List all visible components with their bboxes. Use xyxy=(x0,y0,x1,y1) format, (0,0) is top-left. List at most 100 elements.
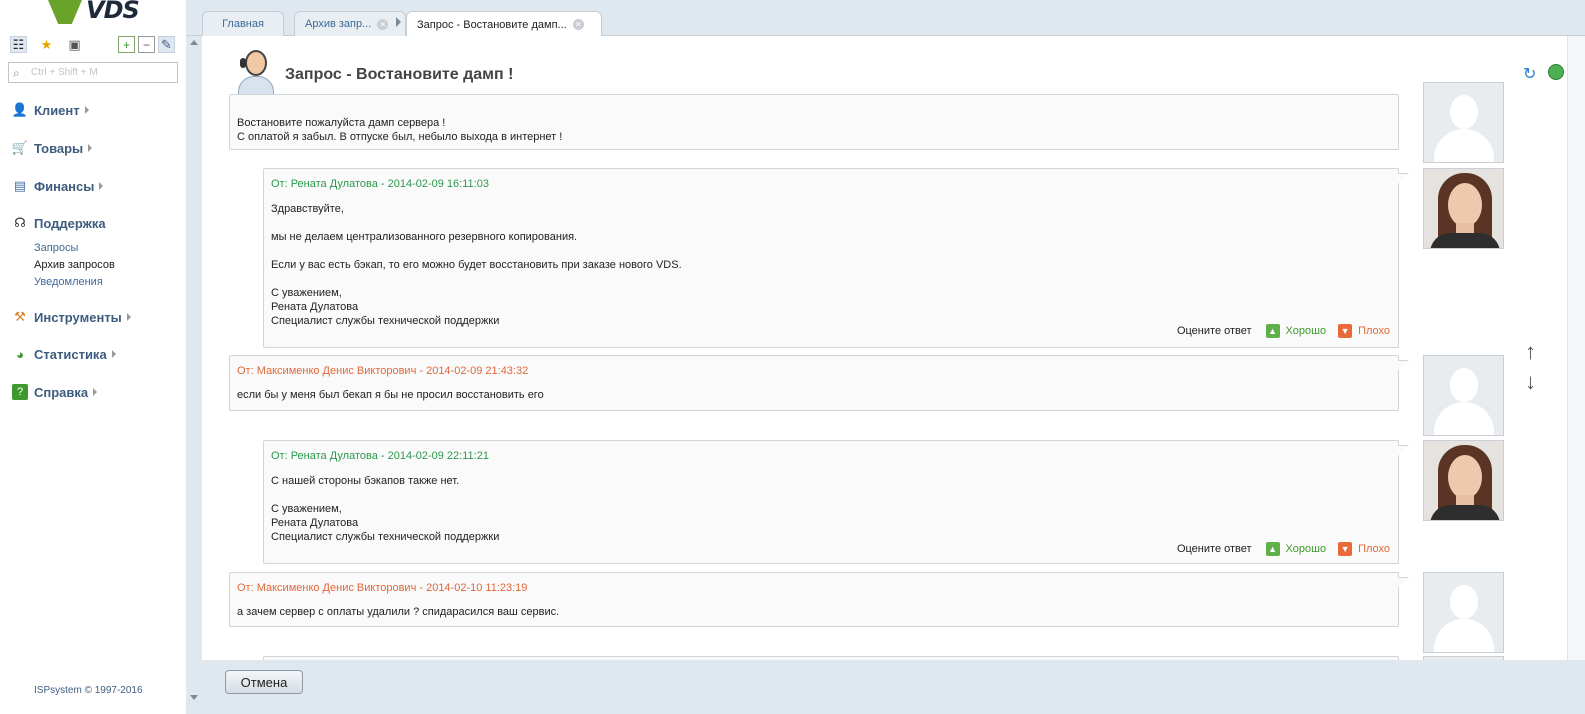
logo-mark-icon xyxy=(48,0,82,24)
tab-label: Запрос - Востановите дамп... xyxy=(417,18,567,31)
scroll-up-icon[interactable] xyxy=(190,40,198,45)
scroll-down-arrow-icon[interactable]: ↓ xyxy=(1525,371,1536,393)
message-beak xyxy=(1389,577,1409,587)
sidebar-item-tools[interactable]: ⚒ Инструменты xyxy=(12,308,131,326)
search-icon: ⌕ xyxy=(13,66,20,80)
rating-question: Оцените ответ xyxy=(1176,543,1252,555)
favorites-star-icon[interactable]: ★ xyxy=(38,36,55,53)
rate-bad-link[interactable]: Плохо xyxy=(1358,325,1390,337)
user-icon: 👤 xyxy=(11,102,29,117)
tree-view-icon[interactable]: ☷ xyxy=(10,36,27,53)
tab-request[interactable]: Запрос - Востановите дамп... ✕ xyxy=(406,11,602,37)
chevron-right-icon xyxy=(93,388,98,396)
message-body: Востановите пожалуйста дамп сервера ! С … xyxy=(237,117,563,143)
tab-home[interactable]: Главная xyxy=(202,11,284,36)
form-footer: Отмена xyxy=(202,660,1585,714)
tab-archive[interactable]: Архив запр... ✕ xyxy=(294,11,406,36)
message-body: если бы у меня был бекап я бы не просил … xyxy=(237,389,544,401)
request-panel: Запрос - Востановите дамп ! ↻ Востановит… xyxy=(202,36,1567,660)
headset-icon: ☊ xyxy=(14,215,26,230)
sidebar: VDS ☷ ★ ▣ + − ✎ ⌕ 👤 Клиент 🛒 Товары ▤ Фи… xyxy=(0,0,186,714)
rating-block: Оцените ответ ▲ Хорошо ▼ Плохо xyxy=(1177,324,1390,338)
sidebar-item-help[interactable]: ? Справка xyxy=(12,383,98,401)
app-window: VDS ☷ ★ ▣ + − ✎ ⌕ 👤 Клиент 🛒 Товары ▤ Фи… xyxy=(0,0,1585,714)
globe-icon[interactable] xyxy=(1548,64,1564,80)
cart-icon: 🛒 xyxy=(11,140,29,155)
sidebar-item-label: Финансы xyxy=(34,178,95,194)
support-agent-icon xyxy=(232,48,280,96)
chevron-right-icon xyxy=(84,106,89,114)
chevron-right-icon xyxy=(99,182,104,190)
copyright: ISPsystem © 1997-2016 xyxy=(34,685,143,696)
sidebar-item-label: Инструменты xyxy=(34,309,122,325)
thumbs-up-icon[interactable]: ▲ xyxy=(1265,542,1280,556)
sidebar-subitem-archive[interactable]: Архив запросов xyxy=(34,259,115,271)
staff-avatar xyxy=(1423,168,1504,249)
sidebar-item-support[interactable]: ☊ Поддержка xyxy=(12,214,106,232)
scroll-up-arrow-icon[interactable]: ↑ xyxy=(1525,341,1536,363)
client-avatar xyxy=(1423,572,1504,653)
thumbs-up-icon[interactable]: ▲ xyxy=(1265,324,1280,338)
cancel-button[interactable]: Отмена xyxy=(225,670,303,694)
chevron-right-icon xyxy=(111,350,116,358)
sidebar-item-label: Товары xyxy=(34,140,84,156)
vertical-scrollbar[interactable] xyxy=(1567,36,1585,660)
thumbs-down-icon[interactable]: ▼ xyxy=(1338,542,1353,556)
client-avatar xyxy=(1423,82,1504,163)
help-icon: ? xyxy=(12,384,28,400)
message-client: Востановите пожалуйста дамп сервера ! С … xyxy=(229,94,1399,150)
close-icon[interactable]: ✕ xyxy=(377,18,389,30)
message-staff: От: Рената Дулатова - 2014-02-09 16:11:0… xyxy=(263,168,1409,348)
staff-avatar xyxy=(1423,440,1504,521)
sidebar-subitem-notifications[interactable]: Уведомления xyxy=(34,276,103,288)
page-title: Запрос - Востановите дамп ! xyxy=(285,66,514,83)
message-beak xyxy=(1389,360,1409,370)
message-body: С нашей стороны бэкапов также нет. С ува… xyxy=(271,475,500,543)
message-staff: От: Рената Дулатова - 2014-02-09 22:11:2… xyxy=(263,440,1409,564)
menu-search-input[interactable] xyxy=(31,65,171,80)
sidebar-item-statistics[interactable]: ◕ Статистика xyxy=(12,345,116,363)
calculator-icon: ▤ xyxy=(13,178,27,193)
menu-search-field[interactable]: ⌕ xyxy=(8,62,178,83)
scroll-down-icon[interactable] xyxy=(190,695,198,700)
sidebar-item-label: Поддержка xyxy=(34,215,106,231)
refresh-icon[interactable]: ↻ xyxy=(1523,64,1536,84)
sidebar-item-finance[interactable]: ▤ Финансы xyxy=(12,177,104,195)
rating-block: Оцените ответ ▲ Хорошо ▼ Плохо xyxy=(1177,542,1390,556)
chevron-right-icon xyxy=(126,313,131,321)
client-avatar xyxy=(1423,355,1504,436)
sidebar-item-products[interactable]: 🛒 Товары xyxy=(11,139,93,157)
message-from: От: Максименко Денис Викторович - 2014-0… xyxy=(237,365,529,377)
sidebar-item-label: Клиент xyxy=(34,102,80,118)
collapse-all-icon[interactable]: − xyxy=(138,36,155,53)
briefcase-icon[interactable]: ▣ xyxy=(66,36,83,53)
message-from: От: Рената Дулатова - 2014-02-09 22:11:2… xyxy=(271,450,489,462)
pie-chart-icon: ◕ xyxy=(16,346,24,362)
rate-good-link[interactable]: Хорошо xyxy=(1286,325,1327,337)
message-beak xyxy=(1389,445,1409,455)
message-body: а зачем сервер с оплаты удалили ? спидар… xyxy=(237,606,560,618)
pin-icon[interactable]: ✎ xyxy=(158,36,175,53)
sidebar-subitem-requests[interactable]: Запросы xyxy=(34,242,78,254)
logo-text: VDS xyxy=(86,0,140,24)
tab-label: Главная xyxy=(222,18,264,30)
tab-label: Архив запр... xyxy=(305,18,372,30)
rate-bad-link[interactable]: Плохо xyxy=(1358,543,1390,555)
message-client: От: Максименко Денис Викторович - 2014-0… xyxy=(229,355,1409,411)
sidebar-toolbar: ☷ ★ ▣ + − ✎ xyxy=(10,36,180,54)
message-client: От: Максименко Денис Викторович - 2014-0… xyxy=(229,572,1409,627)
expand-all-icon[interactable]: + xyxy=(118,36,135,53)
sidebar-item-label: Статистика xyxy=(34,346,107,362)
rating-question: Оцените ответ xyxy=(1176,325,1252,337)
message-beak xyxy=(1389,173,1409,183)
sidebar-item-client[interactable]: 👤 Клиент xyxy=(12,101,89,119)
rate-good-link[interactable]: Хорошо xyxy=(1286,543,1327,555)
tools-icon: ⚒ xyxy=(14,309,26,324)
chevron-right-icon xyxy=(396,17,401,27)
message-body: Здравствуйте, мы не делаем централизован… xyxy=(271,203,682,327)
sidebar-item-label: Справка xyxy=(34,384,89,400)
message-from: От: Рената Дулатова - 2014-02-09 16:11:0… xyxy=(271,178,489,190)
close-icon[interactable]: ✕ xyxy=(572,19,584,30)
sidebar-splitter[interactable] xyxy=(186,36,202,714)
thumbs-down-icon[interactable]: ▼ xyxy=(1338,324,1353,338)
